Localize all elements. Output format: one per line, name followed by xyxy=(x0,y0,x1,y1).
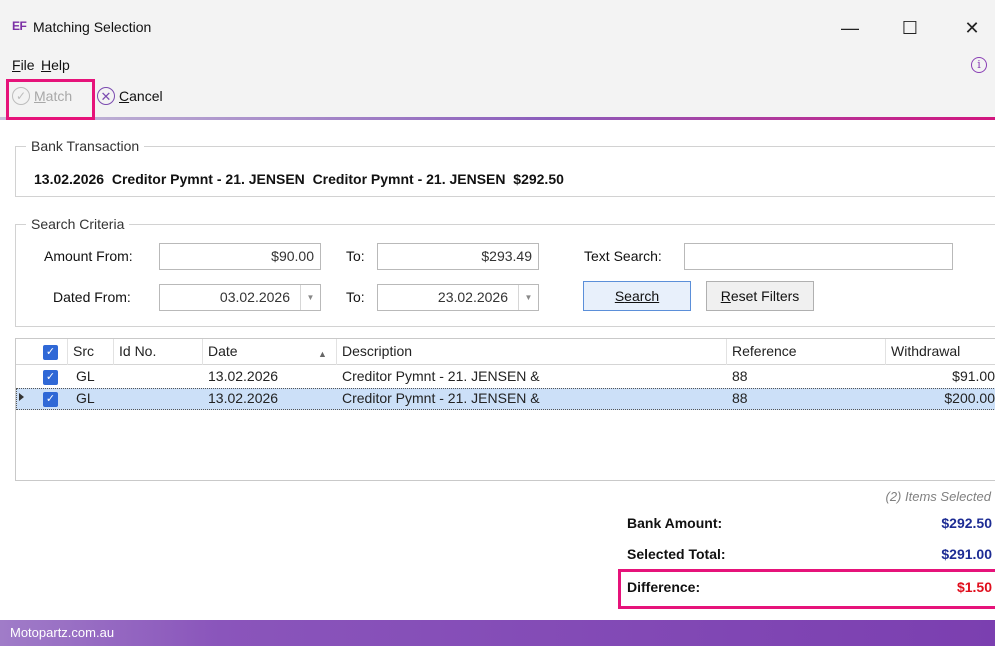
toolbar: ✓ Match ✕ Cancel xyxy=(0,78,995,119)
search-button[interactable]: Search xyxy=(583,281,691,311)
menu-bar: File Help i xyxy=(0,54,995,78)
bank-amount-label: Bank Amount: xyxy=(627,515,723,531)
difference-highlight-box xyxy=(618,569,995,609)
column-id[interactable]: Id No. xyxy=(113,339,161,365)
dated-to-field[interactable]: 23.02.2026 ▼ xyxy=(377,284,539,311)
close-button[interactable]: ✕ xyxy=(949,8,995,48)
cell-withdrawal: $91.00 xyxy=(952,368,995,384)
dated-from-field[interactable]: 03.02.2026 ▼ xyxy=(159,284,321,311)
bank-amount-value: $292.50 xyxy=(941,515,992,531)
window-title: Matching Selection xyxy=(33,19,152,35)
info-icon[interactable]: i xyxy=(971,57,987,73)
cell-src: GL xyxy=(76,390,95,406)
cell-reference: 88 xyxy=(732,390,748,406)
amount-to-label: To: xyxy=(346,248,365,264)
cell-description: Creditor Pymnt - 21. JENSEN & xyxy=(342,390,540,406)
cell-date: 13.02.2026 xyxy=(208,390,279,406)
column-date[interactable]: Date xyxy=(202,339,243,365)
current-row-indicator-icon xyxy=(19,393,24,401)
cell-date: 13.02.2026 xyxy=(208,368,279,384)
dropdown-arrow-icon[interactable]: ▼ xyxy=(518,285,538,310)
items-selected-count: (2) Items Selected xyxy=(885,489,992,504)
menu-help[interactable]: Help xyxy=(41,57,70,73)
dated-from-label: Dated From: xyxy=(53,289,131,305)
status-bar: Motopartz.com.au xyxy=(0,620,995,646)
status-bar-text: Motopartz.com.au xyxy=(10,625,115,640)
column-reference[interactable]: Reference xyxy=(726,339,802,365)
text-search-label: Text Search: xyxy=(584,248,662,264)
app-logo-icon: EF xyxy=(12,19,27,33)
reset-filters-button[interactable]: Reset Filters xyxy=(706,281,814,311)
text-search-input[interactable] xyxy=(684,243,953,270)
dated-to-label: To: xyxy=(346,289,365,305)
amount-to-field[interactable]: $293.49 xyxy=(377,243,539,270)
selected-total-label: Selected Total: xyxy=(627,546,726,562)
search-criteria-group: Search Criteria Amount From: $90.00 To: … xyxy=(15,216,995,327)
title-bar: EF Matching Selection — ☐ ✕ xyxy=(0,0,995,54)
results-grid: ✓ Src Id No. Date ▲ Description Referenc… xyxy=(15,338,995,481)
cell-src: GL xyxy=(76,368,95,384)
dropdown-arrow-icon[interactable]: ▼ xyxy=(300,285,320,310)
row-checkbox[interactable]: ✓ xyxy=(43,370,58,385)
select-all-checkbox[interactable]: ✓ xyxy=(43,345,58,360)
cancel-button[interactable]: ✕ Cancel xyxy=(97,87,163,105)
row-checkbox[interactable]: ✓ xyxy=(43,392,58,407)
column-withdrawal[interactable]: Withdrawal xyxy=(885,339,995,365)
column-src[interactable]: Src xyxy=(67,339,99,365)
cancel-circle-icon: ✕ xyxy=(97,87,115,105)
sort-ascending-icon: ▲ xyxy=(318,349,327,359)
table-row[interactable]: ✓ GL 13.02.2026 Creditor Pymnt - 21. JEN… xyxy=(16,388,995,410)
bank-transaction-label: Bank Transaction xyxy=(26,138,145,154)
minimize-button[interactable]: — xyxy=(827,8,873,48)
menu-file[interactable]: File xyxy=(12,57,35,73)
cell-withdrawal: $200.00 xyxy=(944,390,995,406)
search-criteria-label: Search Criteria xyxy=(26,216,130,232)
amount-from-field[interactable]: $90.00 xyxy=(159,243,321,270)
column-description[interactable]: Description xyxy=(336,339,417,365)
cell-reference: 88 xyxy=(732,368,748,384)
maximize-button[interactable]: ☐ xyxy=(887,8,933,48)
selected-total-value: $291.00 xyxy=(941,546,992,562)
toolbar-accent-line xyxy=(0,117,995,120)
cell-description: Creditor Pymnt - 21. JENSEN & xyxy=(342,368,540,384)
bank-transaction-group: Bank Transaction 13.02.2026 Creditor Pym… xyxy=(15,138,995,197)
grid-header: ✓ Src Id No. Date ▲ Description Referenc… xyxy=(16,339,995,365)
table-row[interactable]: ✓ GL 13.02.2026 Creditor Pymnt - 21. JEN… xyxy=(16,366,995,388)
cancel-label: Cancel xyxy=(119,88,163,104)
bank-transaction-text: 13.02.2026 Creditor Pymnt - 21. JENSEN C… xyxy=(34,171,564,187)
match-highlight-box xyxy=(6,79,95,120)
amount-from-label: Amount From: xyxy=(44,248,133,264)
